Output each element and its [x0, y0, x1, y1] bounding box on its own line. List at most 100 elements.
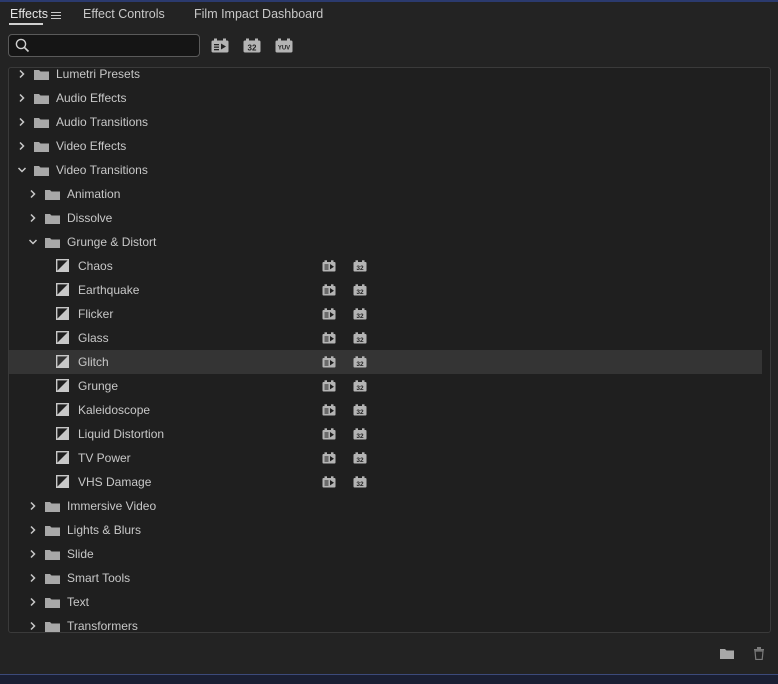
- chevron-right-icon[interactable]: [28, 597, 38, 607]
- 32-bit-badge-icon: 32: [353, 332, 367, 344]
- chevron-right-icon[interactable]: [28, 573, 38, 583]
- svg-text:32: 32: [356, 385, 364, 392]
- tree-effect-row[interactable]: 32 Earthquake: [9, 278, 762, 302]
- tree-effect-row[interactable]: 32 Glass: [9, 326, 762, 350]
- chevron-right-icon[interactable]: [17, 117, 27, 127]
- svg-text:32: 32: [248, 43, 257, 52]
- transition-effect-icon: [56, 475, 69, 488]
- tree-item-label: Glass: [78, 331, 109, 345]
- search-input[interactable]: [35, 37, 199, 56]
- tree-folder-row[interactable]: Video Transitions: [9, 158, 762, 182]
- tree-folder-row[interactable]: Slide: [9, 542, 762, 566]
- accelerated-badge-icon: [322, 308, 336, 320]
- tab-effect-controls[interactable]: Effect Controls: [83, 7, 165, 21]
- tree-folder-row[interactable]: Lights & Blurs: [9, 518, 762, 542]
- search-icon: [15, 38, 30, 53]
- folder-icon: [34, 118, 49, 128]
- svg-text:YUV: YUV: [278, 46, 290, 52]
- folder-icon: [45, 214, 60, 224]
- tree-item-label: Flicker: [78, 307, 114, 321]
- tree-folder-row[interactable]: Transformers: [9, 614, 762, 633]
- tree-effect-row[interactable]: 32 VHS Damage: [9, 470, 762, 494]
- trash-icon[interactable]: [751, 646, 767, 660]
- chevron-right-icon[interactable]: [28, 525, 38, 535]
- folder-icon: [34, 166, 49, 176]
- search-box[interactable]: [8, 34, 200, 57]
- tree-item-label: Audio Transitions: [56, 115, 149, 129]
- chevron-right-icon[interactable]: [17, 93, 27, 103]
- svg-text:32: 32: [356, 457, 364, 464]
- chevron-right-icon[interactable]: [28, 549, 38, 559]
- accelerated-badge-icon: [322, 404, 336, 416]
- svg-text:32: 32: [356, 433, 364, 440]
- accelerated-badge-icon: [322, 476, 336, 488]
- tree-effect-row[interactable]: 32 Flicker: [9, 302, 762, 326]
- tree-item-label: Glitch: [78, 355, 109, 369]
- tree-item-label: Audio Effects: [56, 91, 127, 105]
- tree-folder-row[interactable]: Audio Effects: [9, 86, 762, 110]
- tree-effect-row[interactable]: 32 Chaos: [9, 254, 762, 278]
- panel-menu-icon[interactable]: [51, 12, 61, 20]
- tab-effects[interactable]: Effects: [10, 7, 48, 21]
- transition-effect-icon: [56, 355, 69, 368]
- accelerated-badge-icon: [322, 428, 336, 440]
- 32-bit-badge-icon: 32: [353, 380, 367, 392]
- folder-icon: [34, 70, 49, 80]
- folder-icon: [45, 550, 60, 560]
- tree-folder-row[interactable]: Text: [9, 590, 762, 614]
- tree-effect-row[interactable]: 32 Kaleidoscope: [9, 398, 762, 422]
- chevron-right-icon[interactable]: [28, 621, 38, 631]
- tree-item-label: Animation: [67, 187, 121, 201]
- transition-effect-icon: [56, 379, 69, 392]
- tree-folder-row[interactable]: Smart Tools: [9, 566, 762, 590]
- chevron-right-icon[interactable]: [28, 189, 38, 199]
- 32-bit-badge-icon: 32: [353, 308, 367, 320]
- chevron-right-icon[interactable]: [17, 69, 27, 79]
- tree-folder-row[interactable]: Dissolve: [9, 206, 762, 230]
- tree-item-label: Earthquake: [78, 283, 140, 297]
- tree-effect-row[interactable]: 32 TV Power: [9, 446, 762, 470]
- chevron-right-icon[interactable]: [28, 213, 38, 223]
- svg-text:32: 32: [356, 265, 364, 272]
- tree-folder-row[interactable]: Immersive Video: [9, 494, 762, 518]
- new-bin-folder-icon[interactable]: [719, 646, 735, 660]
- svg-text:32: 32: [356, 313, 364, 320]
- 32-bit-filter-icon[interactable]: 32: [243, 38, 261, 54]
- 32-bit-badge-icon: 32: [353, 428, 367, 440]
- chevron-down-icon[interactable]: [28, 237, 38, 247]
- tree-item-label: Lights & Blurs: [67, 523, 142, 537]
- tree-folder-row[interactable]: Animation: [9, 182, 762, 206]
- accelerated-badge-icon: [322, 452, 336, 464]
- tree-folder-row[interactable]: Lumetri Presets: [9, 68, 762, 86]
- tree-item-label: Grunge: [78, 379, 119, 393]
- chevron-right-icon[interactable]: [28, 501, 38, 511]
- panel-tabs: Effects Effect Controls Film Impact Dash…: [0, 2, 778, 30]
- tree-item-label: Transformers: [67, 619, 138, 633]
- tree-effect-row[interactable]: 32 Grunge: [9, 374, 762, 398]
- svg-text:32: 32: [356, 337, 364, 344]
- tree-folder-row[interactable]: Grunge & Distort: [9, 230, 762, 254]
- tree-effect-row[interactable]: 32 Glitch: [9, 350, 762, 374]
- yuv-filter-icon[interactable]: YUV: [275, 38, 293, 54]
- tree-effect-row[interactable]: 32 Liquid Distortion: [9, 422, 762, 446]
- tree-folder-row[interactable]: Video Effects: [9, 134, 762, 158]
- scrollbar-track[interactable]: [770, 160, 771, 617]
- 32-bit-badge-icon: 32: [353, 356, 367, 368]
- chevron-down-icon[interactable]: [17, 165, 27, 175]
- scrollbar-thumb[interactable]: [770, 160, 771, 617]
- tree-folder-row[interactable]: Audio Transitions: [9, 110, 762, 134]
- tree-item-label: Immersive Video: [67, 499, 157, 513]
- accelerated-badge-icon: [322, 356, 336, 368]
- svg-text:32: 32: [356, 361, 364, 368]
- folder-icon: [45, 526, 60, 536]
- accelerated-effects-filter-icon[interactable]: [211, 38, 229, 54]
- tree-item-label: VHS Damage: [78, 475, 152, 489]
- transition-effect-icon: [56, 283, 69, 296]
- tab-film-impact-dashboard[interactable]: Film Impact Dashboard: [194, 7, 323, 21]
- svg-text:32: 32: [356, 409, 364, 416]
- 32-bit-badge-icon: 32: [353, 476, 367, 488]
- chevron-right-icon[interactable]: [17, 141, 27, 151]
- tree-item-label: Grunge & Distort: [67, 235, 157, 249]
- tree-item-label: Liquid Distortion: [78, 427, 165, 441]
- accelerated-badge-icon: [322, 260, 336, 272]
